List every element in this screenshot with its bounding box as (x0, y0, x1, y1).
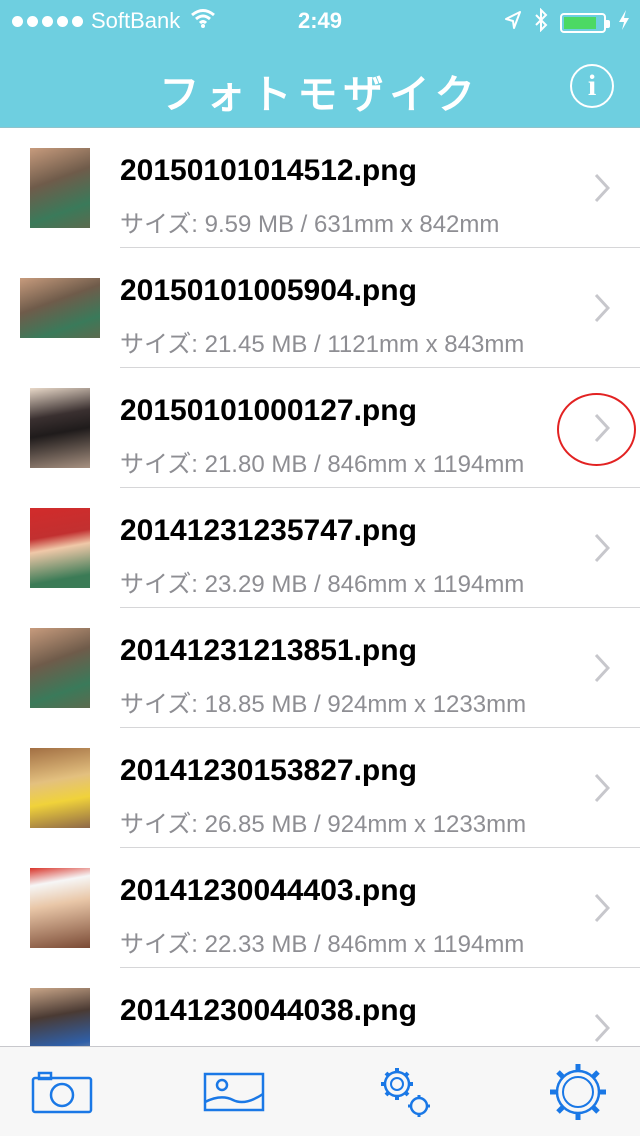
thumbnail (30, 748, 90, 828)
header: SoftBank 2:49 フォトモザイク i (0, 0, 640, 128)
bluetooth-icon (534, 7, 548, 38)
file-row[interactable]: 20141231235747.png サイズ: 23.29 MB / 846mm… (0, 488, 640, 608)
file-name: 20150101005904.png (120, 274, 417, 307)
thumbnail (30, 388, 90, 468)
file-row[interactable]: 20141230153827.png サイズ: 26.85 MB / 924mm… (0, 728, 640, 848)
thumbnail (30, 628, 90, 708)
file-name: 20141230044403.png (120, 874, 417, 907)
gear-icon (550, 1064, 606, 1120)
battery-icon (560, 13, 610, 33)
file-row[interactable]: 20141230044038.png (0, 968, 640, 1046)
file-name: 20150101000127.png (120, 394, 417, 427)
file-row[interactable]: 20141231213851.png サイズ: 18.85 MB / 924mm… (0, 608, 640, 728)
status-bar: SoftBank 2:49 (0, 0, 640, 40)
file-detail: サイズ: 22.33 MB / 846mm x 1194mm (120, 931, 525, 958)
file-detail: サイズ: 18.85 MB / 924mm x 1233mm (120, 691, 527, 718)
chevron-right-icon (594, 773, 610, 803)
tab-settings[interactable] (544, 1059, 612, 1125)
tab-photos[interactable] (200, 1059, 268, 1125)
file-row[interactable]: 20150101005904.png サイズ: 21.45 MB / 1121m… (0, 248, 640, 368)
location-icon (504, 10, 522, 36)
thumbnail (30, 868, 90, 948)
chevron-right-icon (594, 653, 610, 683)
charging-icon (618, 9, 630, 37)
info-button[interactable]: i (570, 64, 614, 108)
file-name: 20141230153827.png (120, 754, 417, 787)
file-name: 20141231235747.png (120, 514, 417, 547)
chevron-right-icon (594, 173, 610, 203)
file-row[interactable]: 20141230044403.png サイズ: 22.33 MB / 846mm… (0, 848, 640, 968)
tab-bar (0, 1046, 640, 1136)
chevron-right-icon (594, 1013, 610, 1043)
file-list: 20150101014512.png サイズ: 9.59 MB / 631mm … (0, 128, 640, 1046)
file-name: 20141231213851.png (120, 634, 417, 667)
thumbnail (30, 148, 90, 228)
tab-mosaic-settings[interactable] (370, 1059, 440, 1125)
file-name: 20150101014512.png (120, 154, 417, 187)
file-name: 20141230044038.png (120, 994, 417, 1027)
file-row[interactable]: 20150101014512.png サイズ: 9.59 MB / 631mm … (0, 128, 640, 248)
file-detail: サイズ: 21.45 MB / 1121mm x 843mm (120, 331, 525, 358)
thumbnail (30, 508, 90, 588)
chevron-right-icon (594, 533, 610, 563)
file-detail: サイズ: 23.29 MB / 846mm x 1194mm (120, 571, 525, 598)
nav-title: フォトモザイク (159, 73, 481, 117)
photo-icon (203, 1072, 265, 1112)
tab-camera[interactable] (28, 1059, 96, 1125)
file-detail: サイズ: 21.80 MB / 846mm x 1194mm (120, 451, 525, 478)
chevron-right-icon (594, 293, 610, 323)
thumbnail (30, 988, 90, 1046)
chevron-right-icon (594, 893, 610, 923)
thumbnail (20, 278, 100, 338)
status-right (504, 7, 630, 38)
camera-icon (31, 1071, 93, 1114)
file-detail: サイズ: 9.59 MB / 631mm x 842mm (120, 211, 500, 238)
file-detail: サイズ: 26.85 MB / 924mm x 1233mm (120, 811, 527, 838)
file-row[interactable]: 20150101000127.png サイズ: 21.80 MB / 846mm… (0, 368, 640, 488)
gears-icon (381, 1068, 430, 1117)
highlight-circle (557, 393, 636, 466)
